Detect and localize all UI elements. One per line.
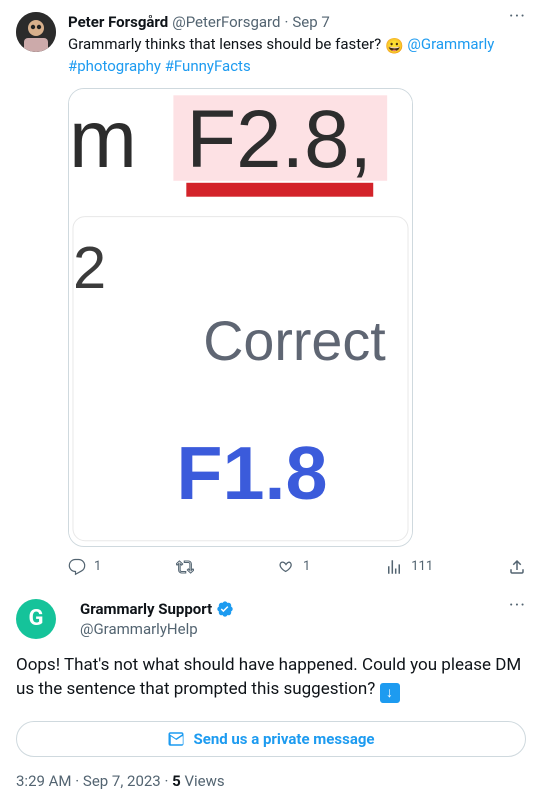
tweet-date[interactable]: Sep 7 <box>292 12 329 32</box>
view-count: 111 <box>411 557 433 577</box>
author-handle[interactable]: @GrammarlyHelp <box>80 619 234 639</box>
author-name[interactable]: Grammarly Support <box>80 599 212 619</box>
tweet-text: Grammarly thinks that lenses should be f… <box>68 34 526 76</box>
verified-badge-icon <box>216 600 234 618</box>
main-tweet: G Grammarly Support @GrammarlyHelp ··· O… <box>0 589 542 795</box>
hashtag-link[interactable]: #FunnyFacts <box>165 57 251 75</box>
reply-button[interactable]: 1 <box>68 557 101 577</box>
more-options-icon[interactable]: ··· <box>509 599 526 613</box>
views-icon <box>385 558 403 576</box>
heart-icon <box>277 558 295 576</box>
tweet-header: Peter Forsgård @PeterForsgard · Sep 7 <box>68 12 526 32</box>
more-options-icon[interactable]: ··· <box>509 10 526 24</box>
like-button[interactable]: 1 <box>277 557 310 577</box>
tweet-actions: 1 1 111 <box>68 557 526 585</box>
views-count: 5 <box>172 772 181 790</box>
reply-count: 1 <box>94 557 101 577</box>
separator-dot: · <box>75 772 83 790</box>
grinning-emoji: 😀 <box>385 36 404 56</box>
separator-dot: · <box>284 12 288 32</box>
views-label-text: Views <box>184 772 224 790</box>
hashtag-link[interactable]: #photography <box>68 57 161 75</box>
tweet-media[interactable]: m F2.8, 2 Correct F1.8 <box>68 88 413 547</box>
media-correct-label: Correct <box>203 310 386 372</box>
dm-button-label: Send us a private message <box>193 729 374 749</box>
tweet-text-part: Grammarly thinks that lenses should be f… <box>68 35 385 53</box>
media-image: m F2.8, 2 Correct F1.8 <box>69 89 412 546</box>
envelope-icon <box>167 730 185 748</box>
retweet-button[interactable] <box>176 558 202 576</box>
media-suggestion: F1.8 <box>176 432 327 516</box>
share-icon <box>508 558 526 576</box>
separator-dot: · <box>164 772 172 790</box>
tweet-time[interactable]: 3:29 AM <box>16 772 72 790</box>
views-button[interactable]: 111 <box>385 557 433 577</box>
media-text-m: m <box>69 94 137 185</box>
author-name[interactable]: Peter Forsgård <box>68 12 168 32</box>
share-button[interactable] <box>508 558 526 576</box>
avatar-image <box>16 12 56 52</box>
down-arrow-emoji: ↓ <box>380 683 400 703</box>
retweet-icon <box>176 558 194 576</box>
avatar[interactable] <box>16 12 56 52</box>
reply-icon <box>68 558 86 576</box>
parent-tweet: Peter Forsgård @PeterForsgard · Sep 7 ··… <box>0 0 542 589</box>
avatar-letter: G <box>29 609 44 629</box>
tweet-metadata: 3:29 AM · Sep 7, 2023 · 5 Views <box>16 771 526 791</box>
mention-link[interactable]: @Grammarly <box>407 35 494 53</box>
tweet-text-content: Oops! That's not what should have happen… <box>16 655 521 699</box>
svg-text:2: 2 <box>73 234 106 301</box>
avatar[interactable]: G <box>16 599 56 639</box>
media-text-f28: F2.8, <box>186 94 372 185</box>
like-count: 1 <box>303 557 310 577</box>
send-dm-button[interactable]: Send us a private message <box>16 721 526 757</box>
author-handle[interactable]: @PeterForsgard <box>172 12 280 32</box>
tweet-date[interactable]: Sep 7, 2023 <box>83 772 161 790</box>
tweet-text: Oops! That's not what should have happen… <box>16 653 526 703</box>
